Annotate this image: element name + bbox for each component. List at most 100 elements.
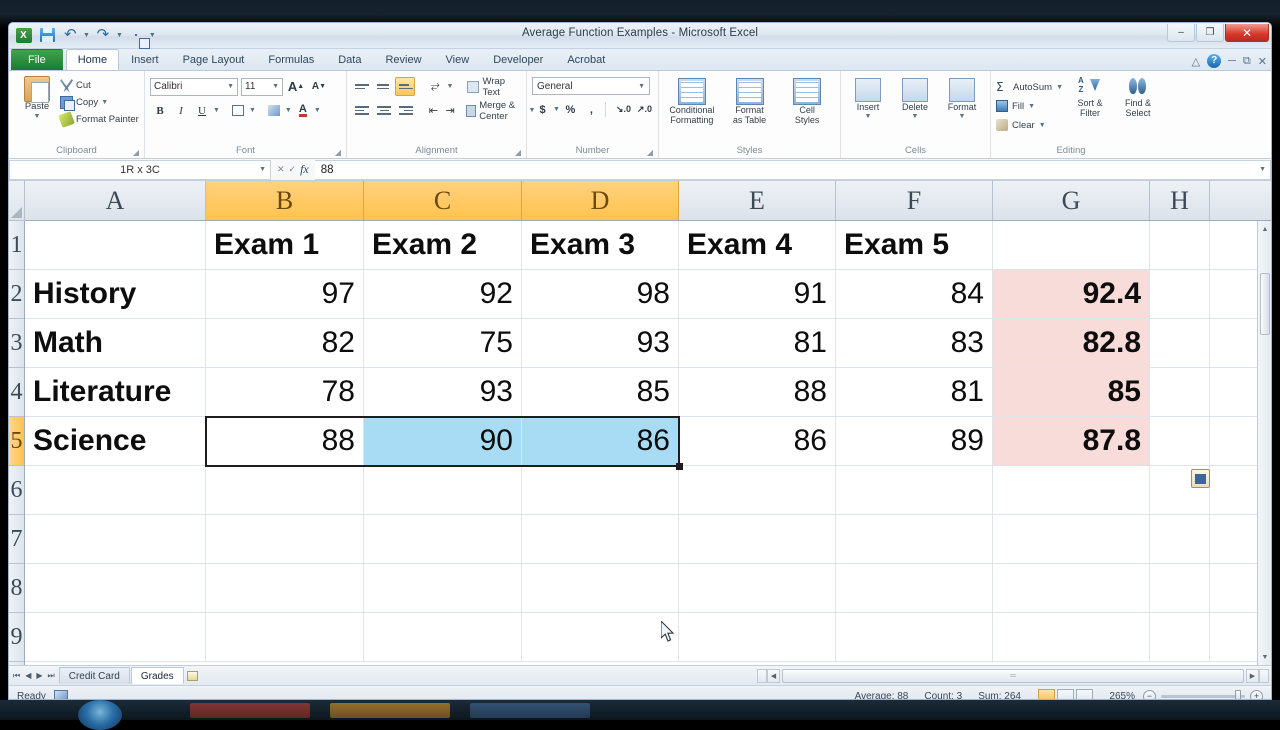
align-top-icon[interactable]: [352, 77, 372, 96]
percent-button[interactable]: %: [560, 100, 581, 119]
help-icon[interactable]: ?: [1207, 54, 1222, 68]
cell-E4[interactable]: 88: [679, 368, 836, 416]
orientation-icon[interactable]: ⥂: [426, 77, 444, 96]
row-header-6[interactable]: 6: [9, 466, 24, 515]
cell-A4[interactable]: Literature: [25, 368, 206, 416]
format-dropdown-icon[interactable]: ▼: [959, 112, 966, 122]
next-sheet-icon[interactable]: ▶: [36, 671, 42, 680]
column-header-b[interactable]: B: [206, 181, 364, 220]
sheet-tab-credit-card[interactable]: Credit Card: [58, 667, 130, 684]
wrap-text-button[interactable]: Wrap Text: [466, 76, 521, 98]
cell-area[interactable]: Exam 1 Exam 2 Exam 3 Exam 4 Exam 5 History 97 9…: [25, 221, 1271, 665]
minimize-ribbon-icon[interactable]: △: [1192, 55, 1200, 68]
cell-F5[interactable]: 89: [836, 417, 993, 465]
page-layout-view-icon[interactable]: [1057, 689, 1074, 699]
align-middle-icon[interactable]: [374, 77, 393, 96]
row-header-3[interactable]: 3: [9, 319, 24, 368]
insert-cells-button[interactable]: Insert ▼: [846, 76, 890, 122]
hscroll-resize-handle[interactable]: [757, 668, 767, 683]
taskbar-item-3[interactable]: [470, 703, 590, 718]
shrink-font-icon[interactable]: A ▼: [309, 77, 329, 96]
cell-C6[interactable]: [364, 466, 522, 514]
tab-acrobat[interactable]: Acrobat: [555, 49, 617, 70]
delete-cells-button[interactable]: Delete ▼: [893, 76, 937, 122]
decrease-indent-icon[interactable]: ⇤: [426, 101, 441, 120]
align-right-icon[interactable]: [396, 101, 416, 120]
horizontal-scroll-thumb[interactable]: ═: [782, 668, 1244, 683]
borders-icon[interactable]: [228, 101, 248, 120]
font-name-input[interactable]: Calibri ▼: [150, 77, 238, 96]
fill-color-icon[interactable]: [264, 101, 284, 120]
copy-dropdown-icon[interactable]: ▼: [101, 99, 108, 106]
cell-A9[interactable]: [25, 613, 206, 661]
paste-dropdown-icon[interactable]: ▼: [34, 112, 41, 122]
last-sheet-icon[interactable]: ⏭: [48, 671, 55, 681]
cell-F6[interactable]: [836, 466, 993, 514]
insert-worksheet-icon[interactable]: [185, 668, 201, 683]
normal-view-icon[interactable]: [1038, 689, 1055, 699]
zoom-track[interactable]: [1161, 689, 1245, 699]
zoom-slider[interactable]: − +: [1143, 689, 1263, 699]
find-select-button[interactable]: Find & Select: [1117, 76, 1159, 118]
cell-E8[interactable]: [679, 564, 836, 612]
name-box-dropdown-icon[interactable]: ▼: [259, 166, 266, 173]
tab-insert[interactable]: Insert: [119, 49, 171, 70]
align-bottom-icon[interactable]: [394, 77, 415, 96]
window-close-icon[interactable]: ✕: [1258, 55, 1267, 68]
number-dialog-launcher[interactable]: ◢: [647, 148, 653, 157]
fill-dropdown-icon[interactable]: ▼: [1028, 103, 1035, 110]
zoom-handle[interactable]: [1235, 689, 1241, 699]
paste-options-icon[interactable]: [1191, 469, 1210, 488]
borders-dropdown-icon[interactable]: ▼: [249, 107, 256, 114]
zoom-level[interactable]: 265%: [1109, 691, 1135, 700]
format-cells-button[interactable]: Format ▼: [940, 76, 984, 122]
taskbar-item-2[interactable]: [330, 703, 450, 718]
paste-button[interactable]: Paste ▼: [14, 73, 60, 122]
cell-C9[interactable]: [364, 613, 522, 661]
cell-A5[interactable]: Science: [25, 417, 206, 465]
orientation-dropdown-icon[interactable]: ▼: [446, 83, 453, 90]
cell-D4[interactable]: 85: [522, 368, 679, 416]
cell-A7[interactable]: [25, 515, 206, 563]
format-as-table-button[interactable]: Format as Table: [722, 76, 778, 125]
align-left-icon[interactable]: [352, 101, 372, 120]
tab-formulas[interactable]: Formulas: [256, 49, 326, 70]
format-painter-button[interactable]: Format Painter: [58, 111, 139, 128]
font-name-dropdown-icon[interactable]: ▼: [227, 83, 234, 90]
autosum-dropdown-icon[interactable]: ▼: [1056, 84, 1063, 91]
cell-F1[interactable]: Exam 5: [836, 221, 993, 269]
number-format-select[interactable]: General ▼: [532, 77, 650, 95]
sheet-tab-grades[interactable]: Grades: [130, 667, 184, 684]
sheet-nav-buttons[interactable]: ⏮ ◀ ▶ ⏭: [9, 671, 59, 681]
conditional-formatting-button[interactable]: Conditional Formatting: [664, 76, 720, 125]
tab-view[interactable]: View: [434, 49, 482, 70]
page-break-preview-icon[interactable]: [1076, 689, 1093, 699]
column-header-g[interactable]: G: [993, 181, 1150, 220]
row-header-5[interactable]: 5: [9, 417, 24, 466]
cell-C4[interactable]: 93: [364, 368, 522, 416]
scroll-up-icon[interactable]: ▲: [1260, 223, 1270, 235]
tab-data[interactable]: Data: [326, 49, 373, 70]
cell-C3[interactable]: 75: [364, 319, 522, 367]
cell-E5[interactable]: 86: [679, 417, 836, 465]
cell-A8[interactable]: [25, 564, 206, 612]
font-color-dropdown-icon[interactable]: ▼: [314, 107, 321, 114]
comma-button[interactable]: ,: [581, 100, 602, 119]
cell-B5[interactable]: 88: [206, 417, 364, 465]
cell-B2[interactable]: 97: [206, 270, 364, 318]
prev-sheet-icon[interactable]: ◀: [25, 671, 31, 680]
cell-E9[interactable]: [679, 613, 836, 661]
zoom-out-button[interactable]: −: [1143, 689, 1156, 699]
cell-G3[interactable]: 82.8: [993, 319, 1150, 367]
cell-G2[interactable]: 92.4: [993, 270, 1150, 318]
hscroll-right-icon[interactable]: ▶: [1246, 668, 1259, 683]
tab-file[interactable]: File: [11, 49, 63, 70]
cell-G8[interactable]: [993, 564, 1150, 612]
clear-button[interactable]: Clear ▼: [996, 116, 1063, 134]
cell-B8[interactable]: [206, 564, 364, 612]
cell-D8[interactable]: [522, 564, 679, 612]
cell-B6[interactable]: [206, 466, 364, 514]
grow-font-icon[interactable]: A ▲: [286, 77, 306, 96]
cell-H4[interactable]: [1150, 368, 1210, 416]
merge-center-button[interactable]: Merge & Center ▼: [465, 100, 535, 122]
